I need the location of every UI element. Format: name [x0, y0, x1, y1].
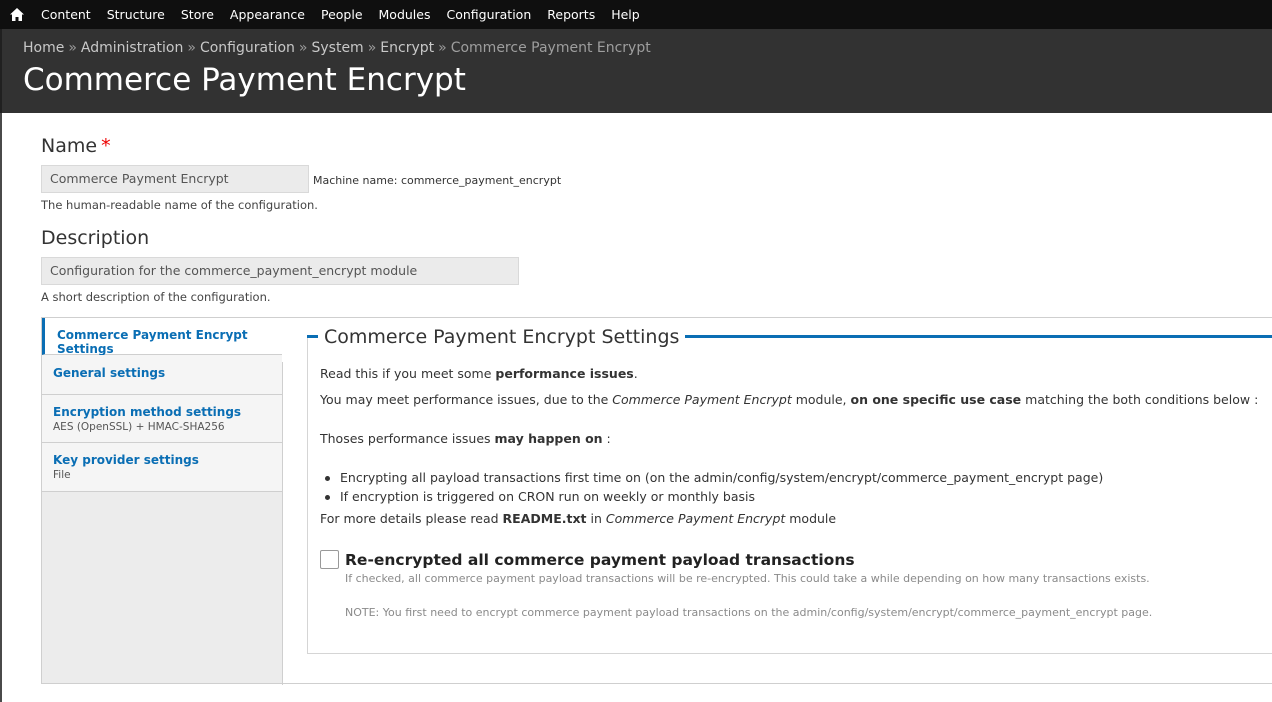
vtab-summary: File	[53, 469, 71, 481]
breadcrumb-separator: »	[438, 40, 447, 56]
text-segment: module,	[791, 392, 851, 407]
description-label: Description	[41, 227, 150, 249]
reencrypt-description: If checked, all commerce payment payload…	[345, 572, 1150, 585]
breadcrumb-current: Commerce Payment Encrypt	[450, 40, 651, 56]
breadcrumb-configuration[interactable]: Configuration	[200, 40, 295, 56]
text-bold: performance issues	[495, 366, 634, 381]
readme-paragraph: For more details please read README.txt …	[320, 511, 836, 526]
name-label: Name *	[41, 135, 111, 157]
toolbar-item-people[interactable]: People	[313, 0, 371, 29]
vtab-title: General settings	[53, 366, 166, 380]
text-segment: For more details please read	[320, 511, 503, 526]
breadcrumb: Home» Administration» Configuration» System…	[23, 40, 651, 56]
toolbar-item-store[interactable]: Store	[173, 0, 222, 29]
performance-paragraph: Read this if you meet some performance i…	[320, 366, 638, 381]
description-input[interactable]: Configuration for the commerce_payment_e…	[41, 257, 519, 285]
text-segment: .	[633, 366, 638, 381]
text-segment: Read this if you meet some	[320, 366, 496, 381]
vtab-commerce-payment-encrypt-settings[interactable]: Commerce Payment Encrypt Settings	[42, 318, 282, 356]
text-segment: :	[602, 431, 611, 446]
vertical-tabs: Commerce Payment Encrypt Settings Genera…	[41, 317, 283, 685]
main-content: Name * Commerce Payment Encrypt Machine n…	[0, 113, 1272, 702]
page-title: Commerce Payment Encrypt	[23, 62, 466, 98]
toolbar-item-structure[interactable]: Structure	[99, 0, 173, 29]
happen-on-paragraph: Thoses performance issues may happen on …	[320, 431, 611, 446]
vtab-title: Commerce Payment Encrypt Settings	[57, 328, 248, 356]
breadcrumb-separator: »	[298, 40, 308, 56]
home-icon[interactable]	[0, 0, 33, 29]
page-header: Home» Administration» Configuration» System…	[0, 29, 1272, 113]
list-item: If encryption is triggered on CRON run o…	[340, 489, 756, 504]
reencrypt-checkbox[interactable]	[320, 550, 339, 569]
list-item: Encrypting all payload transactions firs…	[340, 470, 1104, 485]
reencrypt-checkbox-label[interactable]: Re-encrypted all commerce payment payloa…	[345, 551, 855, 569]
text-bold: README.txt	[502, 511, 587, 526]
description-help: A short description of the configuration…	[41, 290, 271, 304]
vtab-key-provider-settings[interactable]: Key provider settings File	[42, 443, 282, 492]
vtab-summary: AES (OpenSSL) + HMAC-SHA256	[53, 421, 225, 433]
text-segment: in	[586, 511, 606, 526]
toolbar-item-help[interactable]: Help	[603, 0, 648, 29]
fieldset-legend: Commerce Payment Encrypt Settings	[318, 326, 686, 348]
bullet-dot	[325, 476, 330, 481]
admin-toolbar: Content Structure Store Appearance Peopl…	[0, 0, 1272, 29]
text-italic: Commerce Payment Encrypt	[612, 392, 792, 407]
name-help: The human-readable name of the configura…	[41, 198, 318, 212]
text-italic: Commerce Payment Encrypt	[605, 511, 786, 526]
breadcrumb-system[interactable]: System	[311, 40, 363, 56]
vtab-title: Encryption method settings	[53, 405, 242, 419]
breadcrumb-home[interactable]: Home	[23, 40, 64, 56]
breadcrumb-administration[interactable]: Administration	[81, 40, 183, 56]
text-bold: on one specific use case	[850, 392, 1022, 407]
breadcrumb-separator: »	[68, 40, 77, 56]
required-marker: *	[101, 135, 111, 157]
name-input[interactable]: Commerce Payment Encrypt	[41, 165, 309, 193]
text-segment: matching the both conditions below :	[1021, 392, 1259, 407]
vtab-encryption-method-settings[interactable]: Encryption method settings AES (OpenSSL)…	[42, 395, 282, 443]
pane-bottom-border	[41, 683, 1272, 684]
machine-name: Machine name: commerce_payment_encrypt	[313, 174, 562, 187]
vtab-general-settings[interactable]: General settings	[42, 355, 282, 395]
toolbar-item-reports[interactable]: Reports	[539, 0, 603, 29]
toolbar-item-appearance[interactable]: Appearance	[222, 0, 313, 29]
text-segment: You may meet performance issues, due to …	[320, 392, 613, 407]
bullet-dot	[325, 495, 330, 500]
toolbar-item-content[interactable]: Content	[33, 0, 99, 29]
breadcrumb-encrypt[interactable]: Encrypt	[380, 40, 434, 56]
name-label-text: Name	[41, 135, 98, 157]
use-case-paragraph: You may meet performance issues, due to …	[320, 392, 1258, 407]
vtab-title: Key provider settings	[53, 453, 199, 467]
toolbar-item-configuration[interactable]: Configuration	[438, 0, 539, 29]
breadcrumb-separator: »	[187, 40, 196, 56]
text-bold: may happen on	[494, 431, 603, 446]
toolbar-item-modules[interactable]: Modules	[371, 0, 439, 29]
text-segment: Thoses performance issues	[320, 431, 495, 446]
text-segment: module	[785, 511, 837, 526]
reencrypt-note: NOTE: You first need to encrypt commerce…	[345, 606, 1153, 619]
vtabs-divider	[282, 362, 283, 685]
breadcrumb-separator: »	[367, 40, 377, 56]
